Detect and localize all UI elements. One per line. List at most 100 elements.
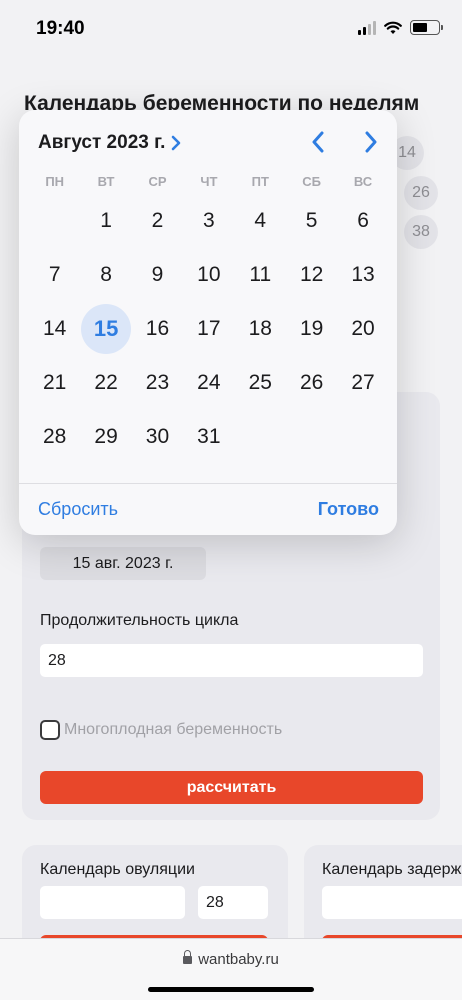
day-cell[interactable]: 5 bbox=[286, 194, 337, 248]
day-cell[interactable]: 23 bbox=[132, 356, 183, 410]
chevron-right-icon bbox=[172, 135, 181, 151]
ovulation-date-input[interactable] bbox=[40, 886, 185, 919]
day-cell[interactable]: 13 bbox=[337, 248, 388, 302]
day-cell[interactable]: 9 bbox=[132, 248, 183, 302]
day-cell[interactable]: 3 bbox=[183, 194, 234, 248]
cellular-signal-icon bbox=[358, 20, 376, 35]
day-cell[interactable]: 2 bbox=[132, 194, 183, 248]
day-number: 1 bbox=[100, 209, 112, 232]
weekday-label: СР bbox=[148, 174, 167, 189]
day-number: 3 bbox=[203, 209, 215, 232]
day-number: 16 bbox=[145, 317, 170, 340]
status-time: 19:40 bbox=[36, 18, 85, 39]
day-cell[interactable]: 26 bbox=[286, 356, 337, 410]
reset-button[interactable]: Сбросить bbox=[38, 499, 118, 520]
weekday-label: ЧТ bbox=[200, 174, 218, 189]
day-cell[interactable]: 31 bbox=[183, 410, 234, 464]
selected-day[interactable]: 15 bbox=[80, 302, 132, 356]
day-cell[interactable]: 14 bbox=[29, 302, 80, 356]
delay-date-input[interactable] bbox=[322, 886, 462, 919]
day-number: 19 bbox=[299, 317, 324, 340]
day-number: 18 bbox=[248, 317, 272, 340]
weekday-label: ПН bbox=[45, 174, 65, 189]
status-bar: 19:40 bbox=[0, 0, 462, 58]
week-circle[interactable]: 38 bbox=[404, 215, 438, 249]
day-number: 15 bbox=[81, 304, 132, 354]
day-number: 5 bbox=[305, 209, 318, 232]
day-number: 22 bbox=[94, 371, 118, 394]
day-cell[interactable]: 17 bbox=[183, 302, 234, 356]
day-cell[interactable]: 8 bbox=[80, 248, 131, 302]
day-cell[interactable]: 28 bbox=[29, 410, 80, 464]
day-cell[interactable]: 24 bbox=[183, 356, 234, 410]
day-number: 23 bbox=[145, 371, 170, 394]
url-text: wantbaby.ru bbox=[198, 951, 279, 968]
day-cell[interactable]: 16 bbox=[132, 302, 183, 356]
day-cell[interactable]: 20 bbox=[337, 302, 388, 356]
day-number: 28 bbox=[43, 425, 67, 448]
address-field[interactable]: wantbaby.ru bbox=[0, 950, 462, 968]
day-cell[interactable]: 27 bbox=[337, 356, 388, 410]
day-cell[interactable]: 25 bbox=[235, 356, 286, 410]
status-icons bbox=[358, 20, 443, 35]
home-indicator[interactable] bbox=[148, 987, 314, 992]
day-cell[interactable]: 21 bbox=[29, 356, 80, 410]
day-cell[interactable]: 29 bbox=[80, 410, 131, 464]
multiple-pregnancy-checkbox[interactable] bbox=[40, 720, 60, 740]
conception-date-field[interactable]: 15 авг. 2023 г. bbox=[40, 547, 206, 580]
day-number bbox=[30, 196, 80, 246]
day-cell[interactable]: 1 bbox=[80, 194, 131, 248]
cycle-length-input[interactable]: 28 bbox=[40, 644, 423, 677]
day-number: 4 bbox=[254, 209, 267, 232]
day-number: 25 bbox=[248, 371, 272, 394]
lock-icon bbox=[183, 950, 193, 964]
day-number: 17 bbox=[197, 317, 221, 340]
day-cell[interactable]: 22 bbox=[80, 356, 131, 410]
day-number: 9 bbox=[151, 263, 164, 286]
day-cell[interactable]: 18 bbox=[235, 302, 286, 356]
empty-day-cell bbox=[29, 194, 80, 248]
day-number: 13 bbox=[351, 263, 375, 286]
day-number: 21 bbox=[43, 371, 67, 394]
month-year-selector[interactable]: Август 2023 г. bbox=[38, 132, 181, 154]
day-cell[interactable]: 30 bbox=[132, 410, 183, 464]
weekday-label: СБ bbox=[302, 174, 322, 189]
day-cell[interactable]: 7 bbox=[29, 248, 80, 302]
multiple-pregnancy-row[interactable]: Многоплодная беременность bbox=[40, 720, 282, 740]
weekday-label: ПТ bbox=[251, 174, 269, 189]
wifi-icon bbox=[384, 21, 402, 34]
week-circle[interactable]: 26 bbox=[404, 176, 438, 210]
chevron-right-icon bbox=[365, 131, 377, 153]
day-number: 20 bbox=[351, 317, 375, 340]
previous-month-button[interactable] bbox=[302, 126, 334, 158]
weekday-label: ВТ bbox=[97, 174, 115, 189]
calculate-button[interactable]: рассчитать bbox=[40, 771, 423, 804]
day-cell[interactable]: 19 bbox=[286, 302, 337, 356]
day-number: 11 bbox=[249, 263, 272, 286]
ovulation-cycle-input[interactable]: 28 bbox=[198, 886, 268, 919]
day-number: 26 bbox=[299, 371, 324, 394]
day-cell[interactable]: 6 bbox=[337, 194, 388, 248]
day-number: 27 bbox=[351, 371, 375, 394]
day-grid: 1 2 3 4 5 6 7 8 9 10 11 12 13 14 15 16 17 18 19 20 21 22 23 24 2… bbox=[29, 194, 387, 464]
chevron-left-icon bbox=[312, 131, 324, 153]
day-number: 10 bbox=[197, 263, 221, 286]
day-number: 14 bbox=[43, 317, 67, 340]
done-button[interactable]: Готово bbox=[318, 499, 379, 520]
day-number: 12 bbox=[299, 263, 324, 286]
battery-icon bbox=[410, 20, 443, 35]
day-number: 30 bbox=[145, 425, 170, 448]
delay-title: Календарь задерж bbox=[322, 861, 462, 878]
day-number: 8 bbox=[100, 263, 112, 286]
day-number: 29 bbox=[94, 425, 118, 448]
date-picker-popover: Август 2023 г. ПН ВТ СР ЧТ ПТ СБ ВС 1234567891… bbox=[19, 110, 397, 535]
next-month-button[interactable] bbox=[355, 126, 387, 158]
day-cell[interactable]: 4 bbox=[235, 194, 286, 248]
day-number: 31 bbox=[197, 425, 221, 448]
day-cell[interactable]: 11 bbox=[235, 248, 286, 302]
day-cell[interactable]: 10 bbox=[183, 248, 234, 302]
divider bbox=[19, 483, 397, 484]
day-number: 7 bbox=[48, 263, 61, 286]
day-cell[interactable]: 12 bbox=[286, 248, 337, 302]
day-number: 2 bbox=[151, 209, 164, 232]
